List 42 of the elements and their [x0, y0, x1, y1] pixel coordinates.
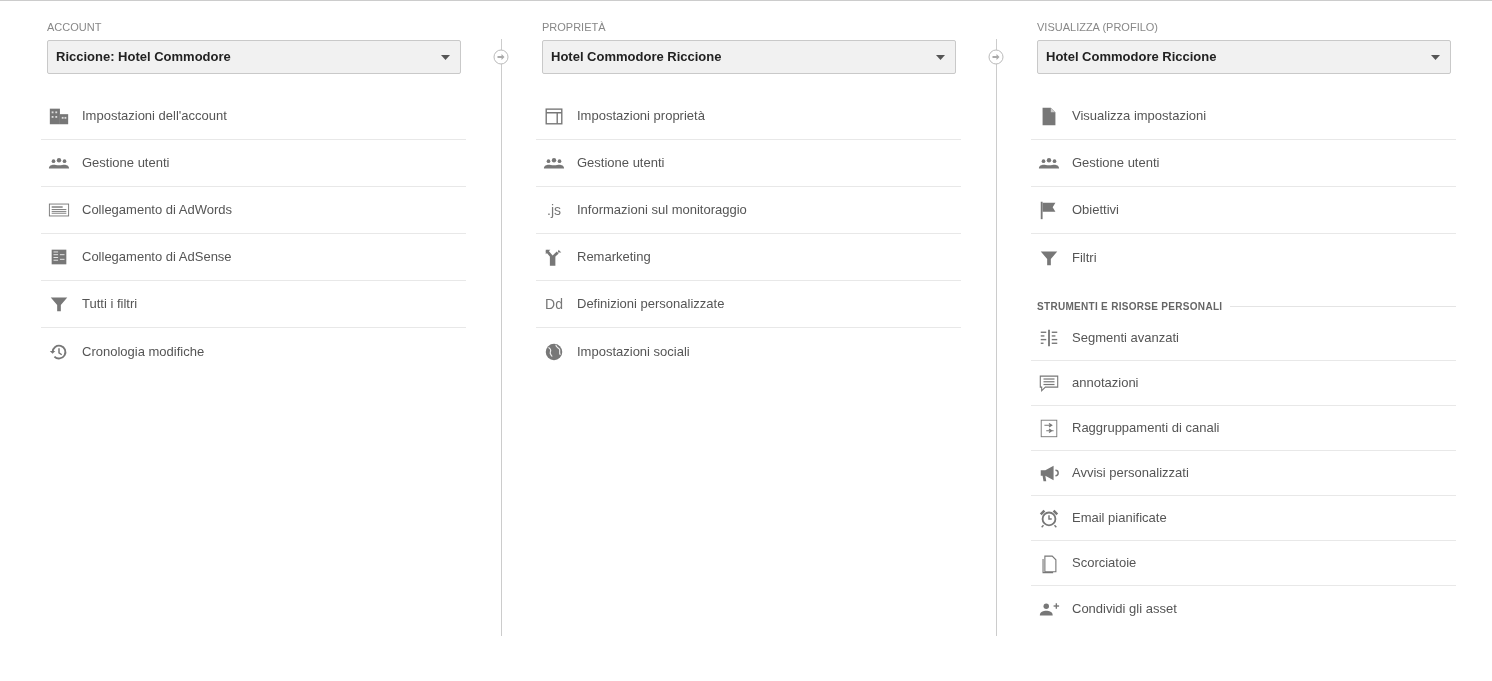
- menu-link[interactable]: Remarketing: [577, 247, 651, 267]
- menu-link[interactable]: Impostazioni proprietà: [577, 106, 705, 126]
- menu-link[interactable]: Gestione utenti: [82, 153, 170, 173]
- menu-link[interactable]: Raggruppamenti di canali: [1072, 418, 1220, 438]
- menu-link[interactable]: Gestione utenti: [577, 153, 665, 173]
- menu-link[interactable]: Cronologia modifiche: [82, 341, 205, 362]
- menu-link[interactable]: Definizioni personalizzate: [577, 294, 725, 314]
- column-heading: PROPRIETÀ: [542, 20, 607, 35]
- menu-link[interactable]: Collegamento di AdWords: [82, 200, 233, 220]
- glyph-icon: .js: [542, 199, 566, 221]
- menu-link[interactable]: Impostazioni dell'account: [82, 106, 227, 126]
- menu-link[interactable]: Condividi gli asset: [1072, 598, 1177, 619]
- menu-link[interactable]: Email pianificate: [1072, 508, 1167, 528]
- menu-link[interactable]: Impostazioni sociali: [577, 341, 690, 362]
- menu-link[interactable]: annotazioni: [1072, 373, 1139, 393]
- arrow-circle-icon: [493, 49, 509, 65]
- column-heading: ACCOUNT: [47, 20, 103, 35]
- menu-link[interactable]: Informazioni sul monitoraggio: [577, 200, 747, 220]
- caret-icon: [441, 54, 450, 60]
- arrow-circle-icon: [988, 49, 1004, 65]
- select-dropdown[interactable]: Hotel Commodore Riccione: [1037, 40, 1451, 74]
- column-heading: VISUALIZZA (PROFILO): [1037, 20, 1160, 35]
- arrows-panel-icon: [1038, 417, 1060, 439]
- menu-link[interactable]: Scorciatoie: [1072, 553, 1137, 573]
- caret-icon: [936, 54, 945, 60]
- alarm-clock-icon: [1038, 507, 1060, 529]
- segments-icon: [1038, 327, 1060, 349]
- menu-link[interactable]: Obiettivi: [1072, 200, 1119, 220]
- select-dropdown[interactable]: Hotel Commodore Riccione: [542, 40, 956, 74]
- menu-link[interactable]: Collegamento di AdSense: [82, 247, 232, 267]
- menu-link[interactable]: Gestione utenti: [1072, 153, 1160, 173]
- menu-link[interactable]: Segmenti avanzati: [1072, 328, 1179, 348]
- comment-icon: [1038, 372, 1060, 394]
- menu-link[interactable]: Visualizza impostazioni: [1072, 106, 1207, 126]
- caret-icon: [1431, 54, 1440, 60]
- menu-link[interactable]: Filtri: [1072, 247, 1097, 268]
- section-title: STRUMENTI E RISORSE PERSONALI: [1037, 300, 1223, 314]
- menu-link[interactable]: Tutti i filtri: [82, 294, 138, 314]
- select-dropdown[interactable]: Riccione: Hotel Commodore: [47, 40, 461, 74]
- menu-link[interactable]: Avvisi personalizzati: [1072, 463, 1189, 483]
- layout-icon: [543, 105, 565, 127]
- glyph-icon: Dd: [542, 293, 566, 315]
